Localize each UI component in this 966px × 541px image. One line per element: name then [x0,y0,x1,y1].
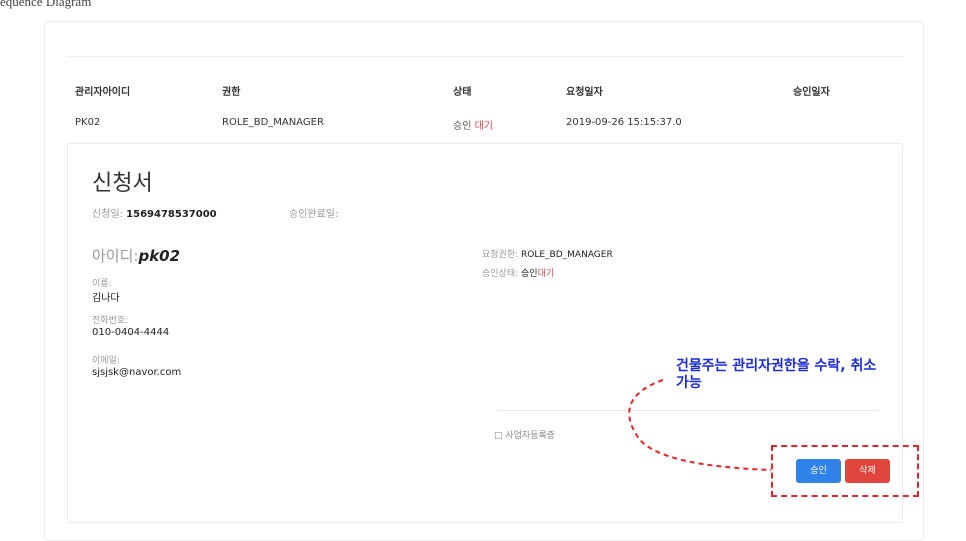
apply-date: 신청일: 1569478537000 [92,205,217,220]
requested-role: 요청권한: ROLE_BD_MANAGER [482,247,613,260]
header-requested-at: 요청일자 [566,87,603,98]
name-label: 이름: [92,279,112,289]
approval-status: 승인상태: 승인대기 [482,266,554,279]
user-id-label: 아이디: [92,247,139,265]
header-role: 권한 [222,87,241,98]
annotation-line-1: 건물주는 관리자권한을 수락, 취소 [676,358,877,374]
user-id-value: pk02 [138,247,181,265]
cell-role: ROLE_BD_MANAGER [222,117,324,128]
annotation-dashed-box [771,445,919,497]
page-caption: equence Diagram [0,0,92,9]
header-status: 상태 [453,87,472,98]
phone-value: 010-0404-4444 [92,327,170,338]
attachment-divider [497,410,879,411]
approve-done-label: 승인완료일: [289,209,339,220]
requested-role-value: ROLE_BD_MANAGER [521,250,613,260]
user-id: 아이디:pk02 [92,245,180,266]
approve-done-date: 승인완료일: [289,205,338,220]
approval-status-prefix: 승인 [521,269,538,279]
annotation-note: 건물주는 관리자권한을 수락, 취소 가능 [676,358,876,392]
business-license-attachment[interactable]: □ 사업자등록증 [494,428,555,441]
email-value: sjsjsk@navor.com [92,367,182,378]
requested-role-label: 요청권한: [482,250,522,260]
header-admin-id: 관리자아이디 [75,87,131,98]
apply-date-value: 1569478537000 [126,209,217,220]
email-label: 이메일: [92,356,120,366]
top-divider [66,56,904,57]
apply-date-label: 신청일: [92,209,127,220]
approval-status-label: 승인상태: [482,269,522,279]
header-approved-at: 승인일자 [793,87,830,98]
cell-requested-at: 2019-09-26 15:15:37.0 [566,117,682,128]
cell-admin-id: PK02 [75,117,101,128]
cell-status-prefix: 승인 [453,121,475,132]
name-value: 김나다 [92,293,120,304]
approval-status-wait: 대기 [537,269,555,279]
phone-label: 전화번호: [92,316,129,326]
cell-status: 승인 대기 [453,117,493,132]
annotation-line-2: 가능 [676,375,702,391]
application-title: 신청서 [92,171,153,196]
cell-status-wait: 대기 [474,121,493,132]
